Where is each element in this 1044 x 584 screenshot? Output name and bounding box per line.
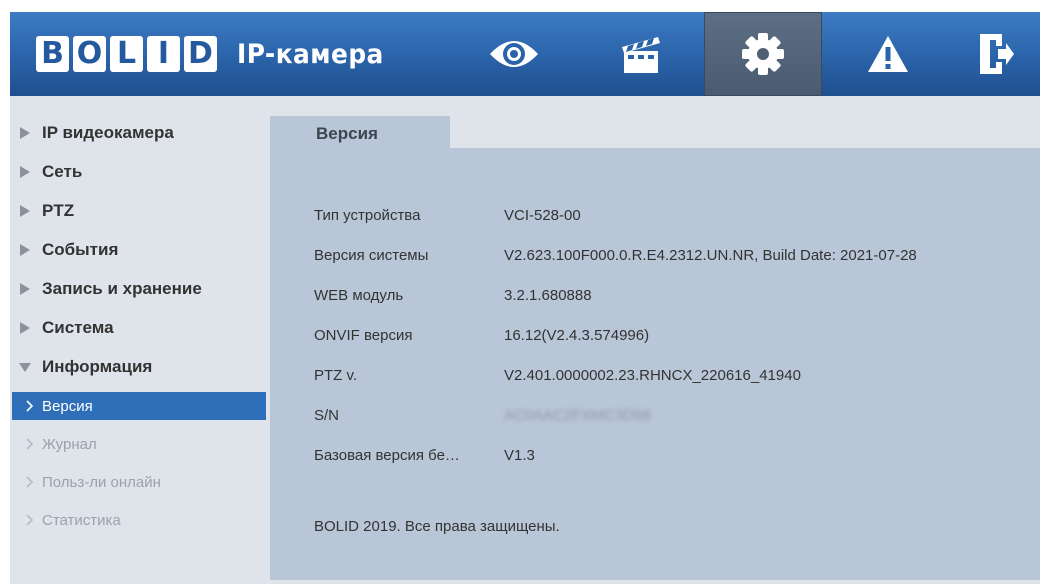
chevron-right-icon — [26, 400, 34, 412]
sidebar: IP видеокамера Сеть PTZ События Запись и… — [10, 96, 274, 584]
sidebar-item-ip-camera[interactable]: IP видеокамера — [10, 116, 274, 150]
info-value: VCI-528-00 — [504, 206, 581, 224]
triangle-right-icon — [20, 127, 30, 139]
nav-alarm-button[interactable] — [832, 12, 944, 96]
chevron-right-icon — [26, 438, 34, 450]
nav-logout-button[interactable] — [952, 12, 1040, 96]
info-row-serial-number: S/N AC0AAC2FXMC3D98 — [314, 404, 651, 426]
info-value: V2.401.0000002.23.RHNCX_220616_41940 — [504, 366, 801, 384]
triangle-right-icon — [20, 166, 30, 178]
info-row-ptz-version: PTZ v. V2.401.0000002.23.RHNCX_220616_41… — [314, 364, 801, 386]
info-label: PTZ v. — [314, 366, 358, 384]
info-label: Версия системы — [314, 246, 429, 264]
sidebar-item-label: Информация — [42, 357, 153, 376]
sidebar-item-label: Запись и хранение — [42, 279, 202, 298]
sidebar-subitem-label: Журнал — [42, 435, 97, 453]
sidebar-item-system[interactable]: Система — [10, 311, 274, 345]
info-row-web-module: WEB модуль 3.2.1.680888 — [314, 284, 592, 306]
app-title: IP-камера — [237, 38, 384, 70]
tab-bar: Версия — [270, 96, 1040, 152]
sidebar-subitem-online-users[interactable]: Польз-ли онлайн — [12, 468, 266, 496]
info-row-system-version: Версия системы V2.623.100F000.0.R.E4.231… — [314, 244, 917, 266]
sidebar-subitem-version[interactable]: Версия — [12, 392, 266, 420]
info-value: 3.2.1.680888 — [504, 286, 592, 304]
clapperboard-icon — [622, 37, 660, 73]
eye-icon — [490, 41, 538, 67]
logout-icon — [980, 34, 1014, 74]
info-value: V2.623.100F000.0.R.E4.2312.UN.NR, Build … — [504, 246, 917, 264]
info-label: WEB модуль — [314, 286, 404, 304]
sidebar-subitem-label: Статистика — [42, 511, 121, 529]
logo-letter: D — [184, 36, 217, 72]
sidebar-item-label: Система — [42, 318, 114, 337]
nav-live-button[interactable] — [458, 12, 570, 96]
info-label: S/N — [314, 406, 340, 424]
info-value: V1.3 — [504, 446, 535, 464]
logo-letter: B — [36, 36, 69, 72]
logo-letter: I — [147, 36, 180, 72]
gear-icon — [742, 33, 784, 75]
info-value: 16.12(V2.4.3.574996) — [504, 326, 650, 344]
sidebar-item-label: IP видеокамера — [42, 123, 174, 142]
logo: B O L I D IP-камера — [36, 34, 397, 74]
chevron-right-icon — [26, 514, 34, 526]
info-row-base-version: Базовая версия бе… V1.3 — [314, 444, 535, 466]
chevron-right-icon — [26, 476, 34, 488]
info-label: Базовая версия бе… — [314, 446, 460, 464]
copyright-text: BOLID 2019. Все права защищены. — [314, 518, 560, 535]
sidebar-item-info[interactable]: Информация — [10, 350, 274, 384]
sidebar-item-ptz[interactable]: PTZ — [10, 194, 274, 228]
info-label: ONVIF версия — [314, 326, 413, 344]
warning-icon — [868, 36, 908, 72]
serial-number-value: AC0AAC2FXMC3D98 — [504, 406, 651, 424]
triangle-down-icon — [19, 363, 31, 372]
triangle-right-icon — [20, 283, 30, 295]
sidebar-item-label: События — [42, 240, 119, 259]
info-label: Тип устройства — [314, 206, 421, 224]
triangle-right-icon — [20, 244, 30, 256]
sidebar-subitem-label: Версия — [42, 397, 93, 415]
tab-version[interactable]: Версия — [270, 116, 450, 152]
nav-setup-button[interactable] — [704, 12, 822, 96]
sidebar-item-label: Сеть — [42, 162, 83, 181]
triangle-right-icon — [20, 322, 30, 334]
sidebar-item-events[interactable]: События — [10, 233, 274, 267]
sidebar-item-network[interactable]: Сеть — [10, 155, 274, 189]
top-header: B O L I D IP-камера — [10, 12, 1040, 96]
sidebar-subitem-log[interactable]: Журнал — [12, 430, 266, 458]
sidebar-item-storage[interactable]: Запись и хранение — [10, 272, 274, 306]
sidebar-subitem-label: Польз-ли онлайн — [42, 473, 161, 491]
app-frame: B O L I D IP-камера IP видеокамера Сеть … — [10, 12, 1040, 584]
logo-letter: O — [73, 36, 106, 72]
logo-word: B O L I D — [36, 36, 217, 72]
sidebar-item-label: PTZ — [42, 201, 75, 220]
info-row-onvif-version: ONVIF версия 16.12(V2.4.3.574996) — [314, 324, 649, 346]
sidebar-subitem-statistics[interactable]: Статистика — [12, 506, 266, 534]
nav-playback-button[interactable] — [586, 12, 698, 96]
info-row-device-type: Тип устройства VCI-528-00 — [314, 204, 581, 226]
logo-letter: L — [110, 36, 143, 72]
triangle-right-icon — [20, 205, 30, 217]
content-panel: Версия Тип устройства VCI-528-00 Версия … — [270, 96, 1040, 580]
